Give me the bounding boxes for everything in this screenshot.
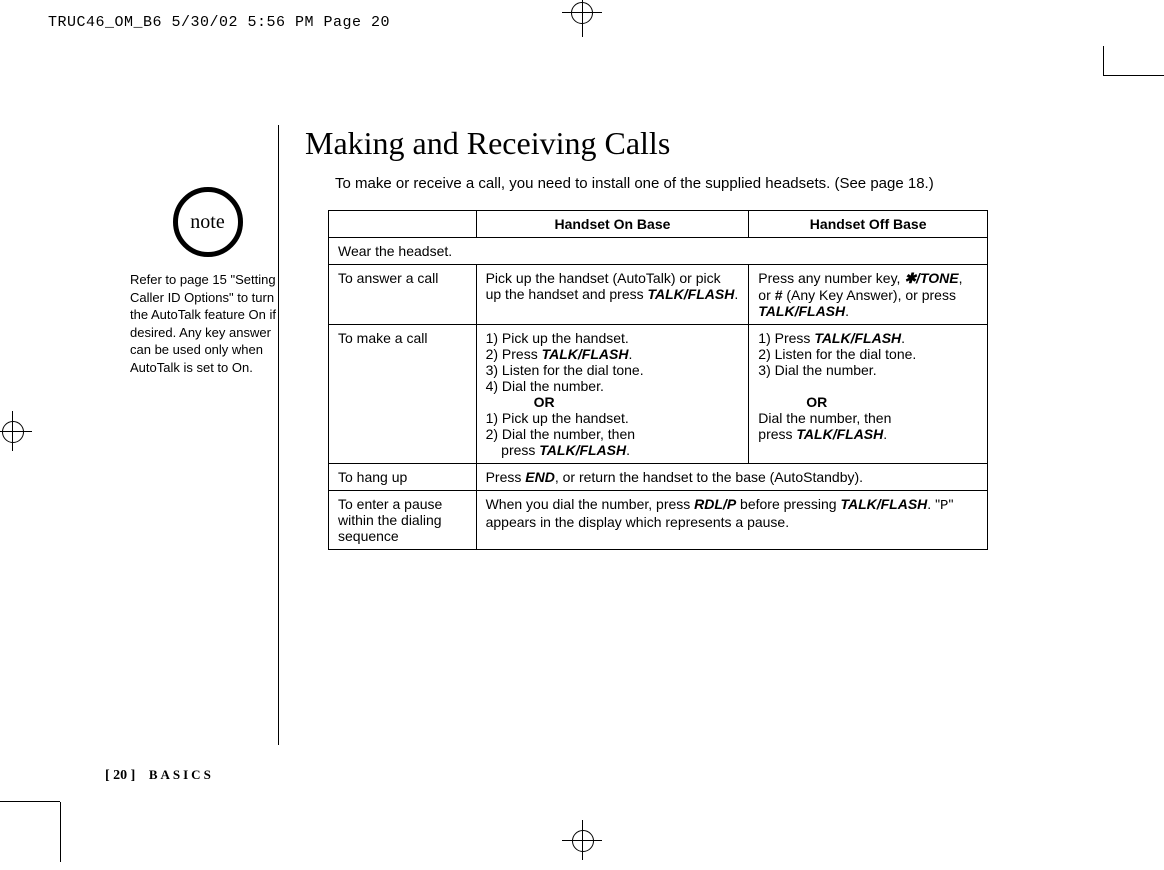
cell-merged: When you dial the number, press RDL/P be… (476, 491, 987, 550)
crop-mark-tr-icon (1104, 75, 1164, 76)
row-label: To hang up (329, 464, 477, 491)
header-off-base: Handset Off Base (749, 211, 988, 238)
sidebar-note: note Refer to page 15 "Setting Caller ID… (130, 187, 285, 376)
crop-mark-top-icon (557, 0, 607, 42)
header-empty (329, 211, 477, 238)
crop-mark-bl-icon (0, 801, 60, 802)
cell-on-base: Pick up the handset (AutoTalk) or pick u… (476, 265, 749, 325)
page-title: Making and Receiving Calls (305, 125, 670, 162)
table-row: To hang up Press END, or return the hand… (329, 464, 988, 491)
crop-mark-bottom-icon (557, 820, 607, 870)
calls-table: Handset On Base Handset Off Base Wear th… (328, 210, 988, 550)
page-content: Making and Receiving Calls To make or re… (60, 75, 1104, 802)
page-number: [ 20 ] (105, 768, 135, 783)
row-label: To make a call (329, 325, 477, 464)
header-on-base: Handset On Base (476, 211, 749, 238)
cell-merged: Press END, or return the handset to the … (476, 464, 987, 491)
page-footer: [ 20 ] BASICS (105, 767, 214, 784)
cell-on-base: 1) Pick up the handset. 2) Press TALK/FL… (476, 325, 749, 464)
table-header-row: Handset On Base Handset Off Base (329, 211, 988, 238)
cell-off-base: 1) Press TALK/FLASH. 2) Listen for the d… (749, 325, 988, 464)
table-row: To answer a call Pick up the handset (Au… (329, 265, 988, 325)
cell-off-base: Press any number key, ✱/TONE, or # (Any … (749, 265, 988, 325)
table-row: To make a call 1) Pick up the handset. 2… (329, 325, 988, 464)
table-row: Wear the headset. (329, 238, 988, 265)
wear-headset-cell: Wear the headset. (329, 238, 988, 265)
note-icon: note (173, 187, 243, 257)
print-header: TRUC46_OM_B6 5/30/02 5:56 PM Page 20 (48, 14, 390, 31)
crop-mark-left-icon (0, 406, 42, 456)
table-row: To enter a pause within the dialing sequ… (329, 491, 988, 550)
note-text: Refer to page 15 "Setting Caller ID Opti… (130, 271, 285, 376)
row-label: To answer a call (329, 265, 477, 325)
row-label: To enter a pause within the dialing sequ… (329, 491, 477, 550)
intro-text: To make or receive a call, you need to i… (335, 175, 934, 192)
section-name: BASICS (149, 767, 214, 782)
